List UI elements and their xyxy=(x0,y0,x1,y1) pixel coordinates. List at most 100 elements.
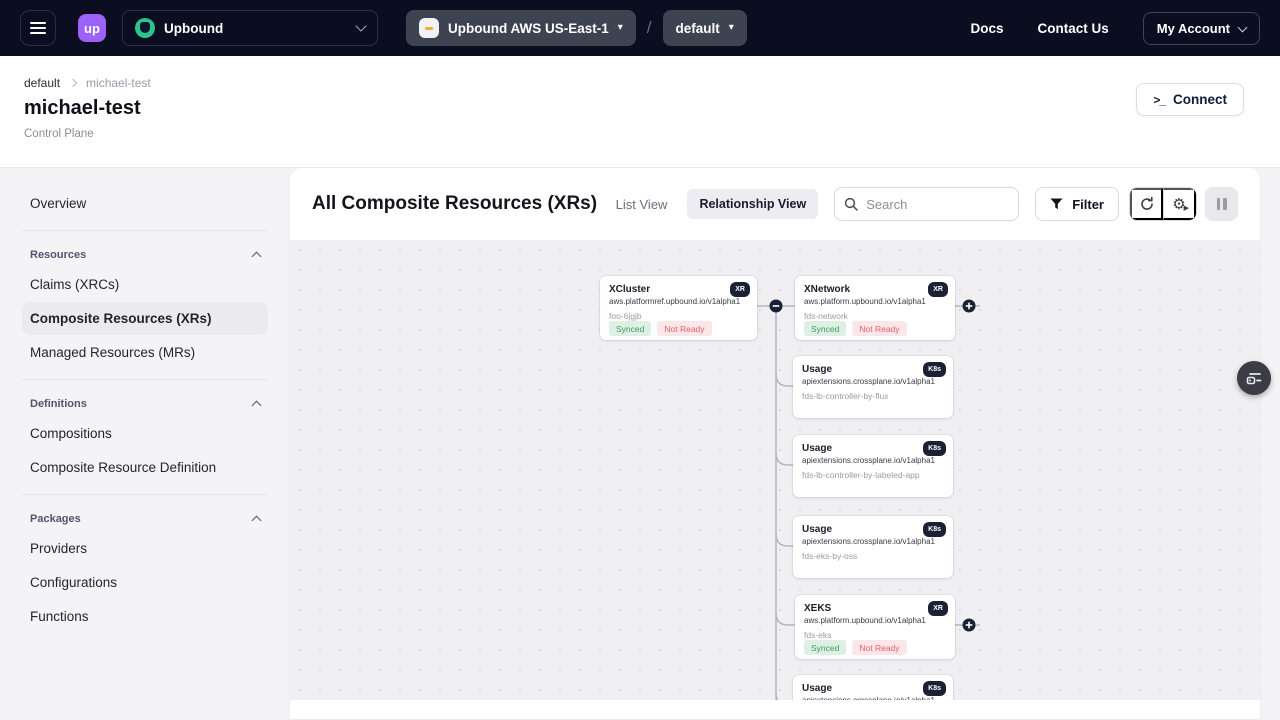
connect-button[interactable]: >_ Connect xyxy=(1136,83,1244,116)
page-body: Overview Resources Claims (XRCs) Composi… xyxy=(0,168,1280,719)
caret-down-icon: ▾ xyxy=(618,23,623,33)
graph-node-xnetwork[interactable]: XR XNetwork aws.platform.upbound.io/v1al… xyxy=(795,276,955,340)
divider xyxy=(22,494,268,495)
page-header: default michael-test michael-test Contro… xyxy=(0,56,1280,168)
control-plane-select[interactable]: Upbound AWS US-East-1 ▾ xyxy=(406,10,636,46)
graph-node-xeks[interactable]: XR XEKS aws.platform.upbound.io/v1alpha1… xyxy=(795,595,955,659)
filter-icon xyxy=(1050,198,1063,210)
node-type: XNetwork xyxy=(804,283,946,296)
play-icon: ▶ xyxy=(1184,204,1189,212)
graph-node-usage[interactable]: K8s Usage apiextensions.crossplane.io/v1… xyxy=(793,356,953,418)
caret-down-icon: ▾ xyxy=(729,23,734,33)
search-icon xyxy=(844,197,858,211)
node-name: fds-lb-controller-by-flux xyxy=(802,391,944,401)
chevron-up-icon xyxy=(252,252,262,262)
legend-toggle-button[interactable] xyxy=(1237,361,1271,395)
node-name: fds-lb-controller-by-labeled-app xyxy=(802,470,944,480)
organization-select[interactable]: Upbound xyxy=(122,10,378,46)
sidebar-item-managed-resources[interactable]: Managed Resources (MRs) xyxy=(22,336,268,369)
graph-node-xcluster[interactable]: XR XCluster aws.platformref.upbound.io/v… xyxy=(600,276,757,340)
kind-badge: K8s xyxy=(923,441,946,456)
page-title: michael-test xyxy=(24,97,1256,120)
kind-badge: XR xyxy=(928,282,948,297)
search-box xyxy=(834,187,1019,221)
control-plane-name: Upbound AWS US-East-1 xyxy=(448,21,609,36)
my-account-label: My Account xyxy=(1157,21,1230,36)
node-api-version: aws.platform.upbound.io/v1alpha1 xyxy=(804,615,946,626)
node-statuses: Synced Not Ready xyxy=(804,321,946,336)
expand-connector[interactable] xyxy=(963,619,976,632)
status-badge-not-ready: Not Ready xyxy=(657,321,711,336)
canvas-action-group: ⚙ ▶ xyxy=(1129,187,1197,221)
relationship-view-tab[interactable]: Relationship View xyxy=(687,189,818,219)
status-badge-synced: Synced xyxy=(609,321,651,336)
refresh-button[interactable] xyxy=(1130,188,1163,220)
refresh-icon xyxy=(1139,196,1155,212)
sidebar-section-resources[interactable]: Resources xyxy=(22,241,268,267)
breadcrumb-current: michael-test xyxy=(86,76,151,90)
graph-node-usage[interactable]: K8s Usage apiextensions.crossplane.io/v1… xyxy=(793,516,953,578)
list-view-tab[interactable]: List View xyxy=(616,197,668,212)
my-account-menu[interactable]: My Account xyxy=(1143,12,1260,45)
kind-badge: K8s xyxy=(923,681,946,696)
organization-avatar-icon xyxy=(135,18,155,38)
graph-node-usage[interactable]: K8s Usage apiextensions.crossplane.io/v1… xyxy=(793,435,953,497)
breadcrumb-root[interactable]: default xyxy=(24,76,60,90)
graph-edges xyxy=(290,240,1260,700)
main-panel: All Composite Resources (XRs) List View … xyxy=(290,168,1260,719)
organization-name: Upbound xyxy=(164,21,348,36)
sidebar: Overview Resources Claims (XRCs) Composi… xyxy=(0,168,290,719)
slash-separator: / xyxy=(647,18,652,38)
run-functions-button[interactable]: ⚙ ▶ xyxy=(1163,188,1196,220)
search-input[interactable] xyxy=(835,188,1018,220)
panel-title: All Composite Resources (XRs) xyxy=(312,193,597,215)
graph-node-usage[interactable]: K8s Usage apiextensions.crossplane.io/v1… xyxy=(793,675,953,700)
sidebar-item-functions[interactable]: Functions xyxy=(22,600,268,633)
kind-badge: K8s xyxy=(923,522,946,537)
sidebar-item-composite-resources[interactable]: Composite Resources (XRs) xyxy=(22,302,268,335)
node-name: fds-network xyxy=(804,311,946,321)
pause-icon xyxy=(1217,198,1221,210)
kind-badge: K8s xyxy=(923,362,946,377)
status-badge-synced: Synced xyxy=(804,321,846,336)
panel-header: All Composite Resources (XRs) List View … xyxy=(290,168,1260,240)
group-select[interactable]: default ▾ xyxy=(663,10,747,46)
legend-icon xyxy=(1245,370,1263,386)
sidebar-item-overview[interactable]: Overview xyxy=(22,187,268,220)
upbound-logo[interactable]: up xyxy=(78,14,106,42)
relationship-canvas[interactable]: XR XCluster aws.platformref.upbound.io/v… xyxy=(290,240,1260,700)
node-api-version: apiextensions.crossplane.io/v1alpha1 xyxy=(802,695,944,700)
sidebar-section-definitions[interactable]: Definitions xyxy=(22,390,268,416)
sidebar-item-configurations[interactable]: Configurations xyxy=(22,566,268,599)
status-badge-synced: Synced xyxy=(804,640,846,655)
collapse-connector[interactable] xyxy=(770,300,783,313)
sidebar-item-xrd[interactable]: Composite Resource Definition xyxy=(22,451,268,484)
contact-us-link[interactable]: Contact Us xyxy=(1038,21,1109,36)
node-api-version: apiextensions.crossplane.io/v1alpha1 xyxy=(802,376,944,387)
kind-badge: XR xyxy=(928,601,948,616)
node-api-version: apiextensions.crossplane.io/v1alpha1 xyxy=(802,455,944,466)
status-badge-not-ready: Not Ready xyxy=(852,321,906,336)
top-navbar: up Upbound Upbound AWS US-East-1 ▾ / def… xyxy=(0,0,1280,56)
sidebar-item-compositions[interactable]: Compositions xyxy=(22,417,268,450)
node-type: XCluster xyxy=(609,283,748,296)
node-statuses: Synced Not Ready xyxy=(804,640,946,655)
docs-link[interactable]: Docs xyxy=(971,21,1004,36)
control-plane-icon xyxy=(419,18,439,38)
filter-button[interactable]: Filter xyxy=(1035,187,1119,221)
navbar-right: Docs Contact Us My Account xyxy=(971,12,1260,45)
expand-connector[interactable] xyxy=(963,300,976,313)
chevron-up-icon xyxy=(252,516,262,526)
sidebar-item-providers[interactable]: Providers xyxy=(22,532,268,565)
node-api-version: aws.platformref.upbound.io/v1alpha1 xyxy=(609,296,748,307)
breadcrumb: default michael-test xyxy=(24,76,1256,90)
hamburger-menu-button[interactable] xyxy=(20,10,56,46)
pause-button[interactable] xyxy=(1205,187,1238,221)
chevron-up-icon xyxy=(252,401,262,411)
sidebar-item-claims[interactable]: Claims (XRCs) xyxy=(22,268,268,301)
node-api-version: apiextensions.crossplane.io/v1alpha1 xyxy=(802,536,944,547)
sidebar-section-packages[interactable]: Packages xyxy=(22,505,268,531)
node-type: XEKS xyxy=(804,602,946,615)
kind-badge: XR xyxy=(730,282,750,297)
node-name: fds-eks-by-oss xyxy=(802,551,944,561)
